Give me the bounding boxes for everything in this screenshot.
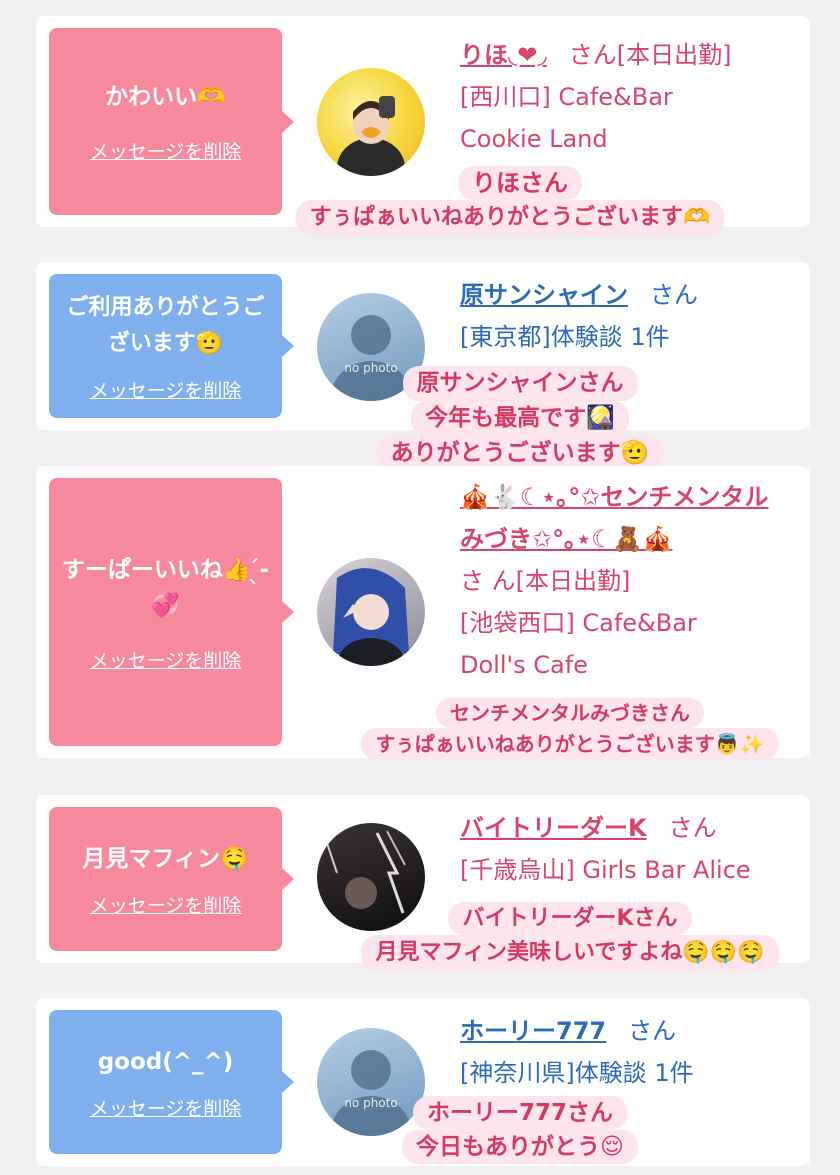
video-caption: 原サンシャインさん 今年も最高です🎑 ありがとうございます🫡	[0, 366, 840, 471]
shop-location: [西川口] Cafe&Bar	[460, 83, 673, 111]
san-suffix: さん	[650, 281, 698, 309]
avatar[interactable]	[317, 68, 425, 176]
caption-line: 今年も最高です🎑	[411, 401, 629, 436]
user-name-link[interactable]: ホーリー777	[460, 1017, 606, 1045]
avatar[interactable]	[317, 558, 425, 666]
caption-line: 月見マフィン美味しいですよね🤤🤤🤤	[361, 935, 779, 971]
caption-line: センチメンタルみづきさん	[436, 698, 704, 728]
work-status: さ ん[本日出勤]	[460, 567, 631, 595]
user-name-link[interactable]: バイトリーダーK	[460, 814, 647, 842]
delete-message-link[interactable]: メッセージを削除	[90, 646, 242, 673]
user-name-link[interactable]: りほ◟❤︎◞	[460, 41, 547, 69]
caption-line: すぅぱぁいいねありがとうございます👼✨	[361, 728, 779, 760]
caption-line: バイトリーダーKさん	[448, 902, 692, 935]
video-caption: ホーリー777さん 今日もありがとう😌	[0, 1096, 840, 1164]
video-caption: バイトリーダーKさん 月見マフィン美味しいですよね🤤🤤🤤	[0, 902, 840, 971]
san-suffix: さ ん	[460, 567, 516, 595]
user-info: 原サンシャイン さん [東京都]体験談 1件	[460, 274, 800, 358]
shop-name: Doll's Cafe	[460, 651, 588, 679]
user-info: バイトリーダーK さん [千歳烏山] Girls Bar Alice	[460, 807, 810, 891]
avatar-photo	[337, 96, 405, 176]
work-status: [本日出勤]	[616, 41, 732, 69]
user-info: 🎪🐇☾⋆｡°✩センチメンタルみづき✩°｡⋆☾🧸🎪 さ ん[本日出勤] [池袋西口…	[460, 476, 800, 686]
san-suffix: さん	[568, 41, 617, 69]
caption-line: 今日もありがとう😌	[402, 1130, 638, 1164]
video-caption: りほさん すぅぱぁいいねありがとうございます🫶	[0, 166, 840, 236]
video-caption: センチメンタルみづきさん すぅぱぁいいねありがとうございます👼✨	[0, 698, 840, 760]
message-text: かわいい🫶	[105, 84, 226, 110]
delete-message-link[interactable]: メッセージを削除	[90, 137, 242, 164]
user-info: りほ◟❤︎◞ さん[本日出勤] [西川口] Cafe&Bar Cookie Lan…	[460, 34, 800, 160]
caption-line: すぅぱぁいいねありがとうございます🫶	[295, 200, 725, 236]
shop-name: Cookie Land	[460, 125, 608, 153]
message-text: good(^_^)	[97, 1048, 234, 1075]
message-text: 月見マフィン🤤	[82, 845, 249, 872]
caption-line: りほさん	[458, 166, 582, 200]
shop-info: [千歳烏山] Girls Bar Alice	[460, 856, 751, 884]
user-info: ホーリー777 さん [神奈川県]体験談 1件	[460, 1010, 800, 1094]
review-count: [東京都]体験談 1件	[460, 323, 670, 351]
shop-location: [池袋西口] Cafe&Bar	[460, 609, 697, 637]
san-suffix: さん	[628, 1017, 677, 1045]
avatar-photo	[333, 568, 409, 666]
san-suffix: さん	[668, 814, 717, 842]
caption-line: ホーリー777さん	[412, 1096, 627, 1130]
user-name-link[interactable]: 🎪🐇☾⋆｡°✩センチメンタルみづき✩°｡⋆☾🧸🎪	[460, 476, 790, 560]
message-text: ご利用ありがとうございます🫡	[66, 294, 265, 356]
caption-line: 原サンシャインさん	[402, 366, 638, 401]
user-name-link[interactable]: 原サンシャイン	[460, 281, 628, 309]
message-text: すーぱーいいね👍 ̖́-💞	[61, 556, 270, 619]
review-count: [神奈川県]体験談 1件	[460, 1059, 694, 1087]
